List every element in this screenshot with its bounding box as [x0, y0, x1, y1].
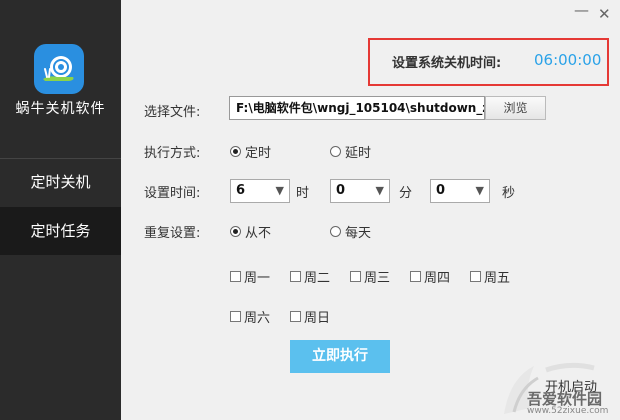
chevron-down-icon: ▼: [475, 184, 484, 197]
weekday-label: 周二: [304, 271, 331, 286]
chevron-down-icon: ▼: [375, 184, 384, 197]
weekday-checkbox-fri[interactable]: 周五: [470, 267, 510, 286]
radio-label: 定时: [245, 146, 272, 161]
nav-item-timed-task[interactable]: 定时任务: [0, 207, 121, 255]
app-name: 蜗牛关机软件: [15, 101, 106, 117]
nav-item-label: 定时任务: [30, 222, 91, 240]
checkbox-icon: [350, 271, 361, 282]
checkbox-icon: [470, 271, 481, 282]
radio-selected-icon: [230, 226, 241, 237]
minimize-button[interactable]: —: [574, 2, 589, 18]
mode-label: 执行方式:: [144, 146, 201, 161]
shutdown-time-label: 设置系统关机时间:: [392, 56, 502, 71]
weekday-checkbox-sun[interactable]: 周日: [290, 307, 330, 326]
nav-item-label: 定时关机: [30, 173, 91, 191]
hour-select[interactable]: 6 ▼: [230, 179, 290, 203]
file-path-input[interactable]: F:\电脑软件包\wngj_105104\shutdown_zca: [229, 96, 485, 120]
weekday-checkbox-wed[interactable]: 周三: [350, 267, 390, 286]
second-select[interactable]: 0 ▼: [430, 179, 490, 203]
repeat-radio-never[interactable]: 从不: [230, 222, 271, 241]
nav-item-timed-shutdown[interactable]: 定时关机: [0, 158, 121, 206]
shutdown-time-value: 06:00:00: [534, 51, 602, 69]
browse-button[interactable]: 浏览: [485, 96, 546, 120]
minute-unit: 分: [399, 186, 413, 201]
repeat-label: 重复设置:: [144, 226, 201, 241]
close-button[interactable]: ✕: [598, 6, 611, 22]
radio-label: 延时: [345, 146, 372, 161]
checkbox-icon: [290, 311, 301, 322]
checkbox-icon: [230, 271, 241, 282]
shutdown-time-panel: 设置系统关机时间: 06:00:00: [368, 38, 609, 86]
repeat-radio-daily[interactable]: 每天: [330, 222, 371, 241]
weekday-label: 周三: [364, 271, 391, 286]
weekday-label: 周日: [304, 311, 331, 326]
file-label: 选择文件:: [144, 105, 201, 120]
second-unit: 秒: [502, 186, 516, 201]
minute-value: 0: [336, 183, 346, 198]
time-label: 设置时间:: [144, 186, 201, 201]
chevron-down-icon: ▼: [275, 184, 284, 197]
weekday-label: 周四: [424, 271, 451, 286]
mode-radio-delay[interactable]: 延时: [330, 142, 371, 161]
radio-unselected-icon: [330, 226, 341, 237]
hour-unit: 时: [296, 186, 310, 201]
weekday-checkbox-mon[interactable]: 周一: [230, 267, 270, 286]
radio-selected-icon: [230, 146, 241, 157]
snail-logo-icon: [34, 44, 84, 94]
weekday-label: 周一: [244, 271, 271, 286]
weekday-label: 周六: [244, 311, 271, 326]
radio-label: 从不: [245, 226, 272, 241]
checkbox-icon: [290, 271, 301, 282]
weekday-checkbox-thu[interactable]: 周四: [410, 267, 450, 286]
radio-unselected-icon: [330, 146, 341, 157]
weekday-label: 周五: [484, 271, 511, 286]
weekday-checkbox-tue[interactable]: 周二: [290, 267, 330, 286]
watermark-url: www.52zixue.com: [527, 406, 609, 416]
mode-radio-timed[interactable]: 定时: [230, 142, 271, 161]
execute-now-button[interactable]: 立即执行: [290, 340, 390, 373]
second-value: 0: [436, 183, 446, 198]
radio-label: 每天: [345, 226, 372, 241]
sidebar: 蜗牛关机软件 定时关机 定时任务: [0, 0, 121, 420]
hour-value: 6: [236, 183, 246, 198]
minute-select[interactable]: 0 ▼: [330, 179, 390, 203]
checkbox-icon: [410, 271, 421, 282]
weekday-checkbox-sat[interactable]: 周六: [230, 307, 270, 326]
checkbox-icon: [230, 311, 241, 322]
